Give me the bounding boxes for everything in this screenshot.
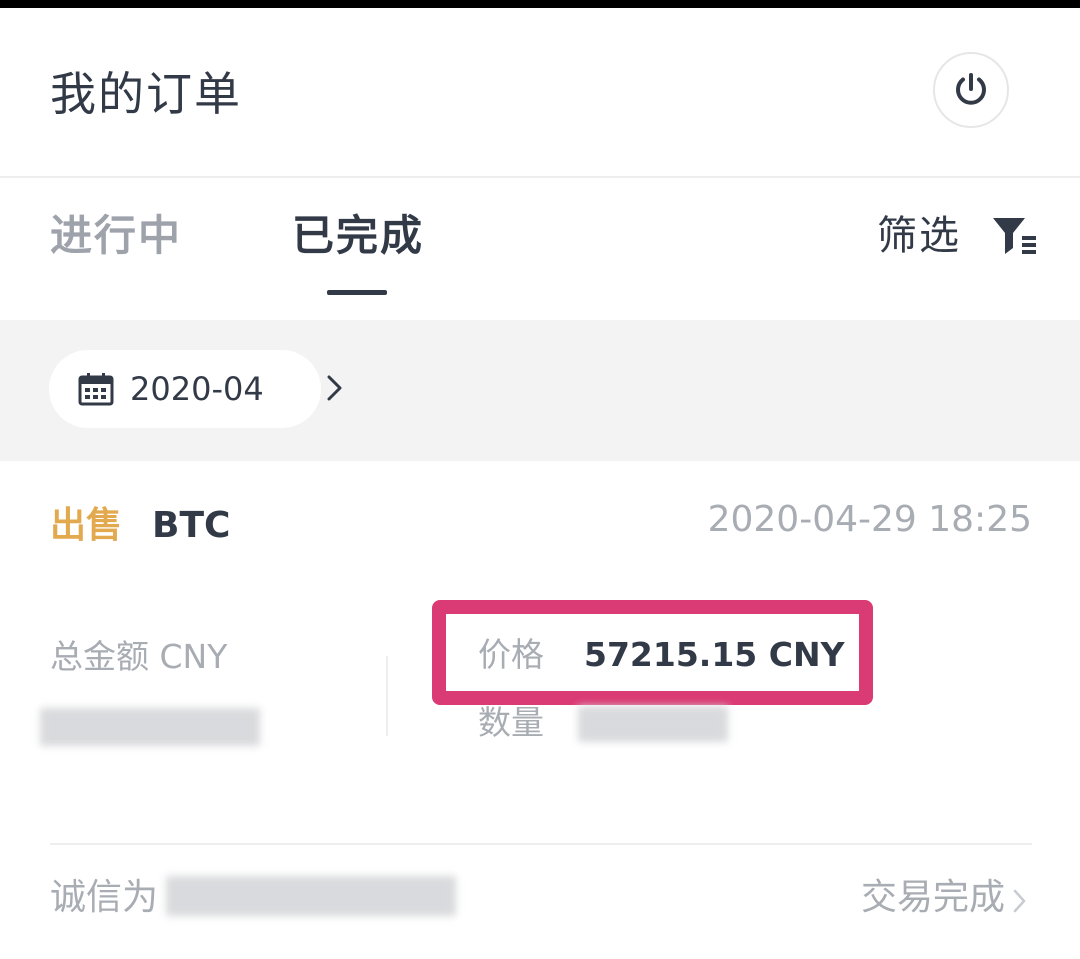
filter-list-icon[interactable] [992, 216, 1038, 256]
total-amount-redacted [40, 708, 260, 746]
order-coin: BTC [152, 505, 231, 546]
chevron-right-icon [1013, 889, 1026, 913]
logout-button[interactable] [933, 52, 1009, 128]
total-amount-label: 总金额 CNY [50, 637, 228, 676]
highlight-annotation [432, 600, 873, 705]
quantity-label: 数量 [478, 703, 544, 742]
tab-ongoing[interactable]: 进行中 [50, 208, 182, 264]
order-status[interactable]: 交易完成 [861, 872, 1005, 924]
order-side: 出售 [50, 505, 123, 546]
row-divider [50, 843, 1032, 845]
tab-completed[interactable]: 已完成 [292, 208, 424, 264]
status-bar-strip [0, 0, 1080, 8]
active-tab-indicator [327, 290, 387, 295]
filter-button[interactable]: 筛选 [877, 208, 961, 264]
quantity-redacted [578, 706, 728, 742]
page-title: 我的订单 [50, 67, 242, 121]
date-filter-bar: 2020-04 [0, 320, 1080, 461]
selected-month: 2020-04 [130, 370, 264, 408]
month-picker[interactable]: 2020-04 [49, 350, 342, 428]
power-icon [956, 73, 986, 105]
calendar-icon [78, 373, 114, 406]
order-time: 2020-04-29 18:25 [707, 499, 1032, 540]
order-tabs: 进行中 已完成 筛选 [0, 178, 1080, 320]
merchant-name-redacted [166, 876, 456, 916]
column-divider [386, 656, 388, 736]
chevron-right-icon [327, 375, 342, 401]
merchant-name[interactable]: 诚信为 [50, 872, 158, 924]
page-header: 我的订单 [0, 8, 1080, 178]
